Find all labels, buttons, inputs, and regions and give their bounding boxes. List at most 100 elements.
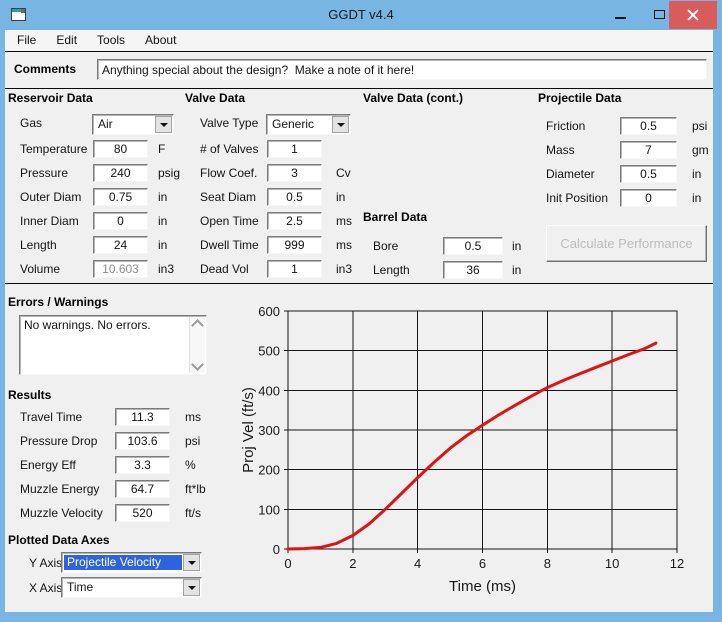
menu-file[interactable]: File xyxy=(7,30,46,47)
of-valves-label: # of Valves xyxy=(200,142,259,156)
seat-diam-input[interactable] xyxy=(267,188,322,206)
temperature-label: Temperature xyxy=(20,142,88,156)
menu-edit[interactable]: Edit xyxy=(46,30,87,47)
pressure-drop-unit: psi xyxy=(185,434,201,448)
comments-label: Comments xyxy=(14,62,77,76)
section-title-projectile: Projectile Data xyxy=(538,91,622,105)
menu-bar: File Edit Tools About xyxy=(5,30,713,51)
pressure-drop-field xyxy=(115,432,170,450)
dead-vol-unit: in3 xyxy=(336,262,353,276)
length-unit: in xyxy=(512,263,522,277)
menu-tools[interactable]: Tools xyxy=(87,30,135,47)
errors-textarea[interactable]: No warnings. No errors. xyxy=(19,315,207,375)
chevron-down-icon xyxy=(159,122,168,127)
minimize-button[interactable] xyxy=(604,0,636,29)
plotted-axes-title: Plotted Data Axes xyxy=(8,533,110,547)
gas-selected-value: Air xyxy=(98,117,113,131)
x-tick-label: 10 xyxy=(605,556,619,571)
results-title: Results xyxy=(8,388,52,402)
x-tick-label: 8 xyxy=(544,556,551,571)
x-axis-dropdown[interactable]: Time xyxy=(61,577,202,598)
close-button[interactable] xyxy=(669,1,717,29)
dropdown-button[interactable] xyxy=(183,554,200,571)
travel-time-unit: ms xyxy=(185,410,201,424)
dwell-time-input[interactable] xyxy=(267,236,322,254)
length-label: Length xyxy=(20,238,57,252)
x-axis-label: X Axis xyxy=(29,581,63,595)
length-input[interactable] xyxy=(93,236,148,254)
temperature-input[interactable] xyxy=(93,140,148,158)
flow-coef-label: Flow Coef. xyxy=(200,166,258,180)
title-bar[interactable]: GGDT v4.4 xyxy=(0,0,722,30)
gas-dropdown[interactable]: Air xyxy=(92,114,174,135)
open-time-label: Open Time xyxy=(200,214,259,228)
chevron-down-icon xyxy=(187,585,196,590)
errors-text: No warnings. No errors. xyxy=(24,318,151,332)
y-axis-title: Proj Vel (ft/s) xyxy=(240,387,257,473)
dropdown-button[interactable] xyxy=(183,579,200,596)
x-axis-selected-value: Time xyxy=(67,580,94,594)
chevron-up-icon[interactable] xyxy=(191,319,204,332)
x-tick-label: 4 xyxy=(414,556,421,571)
divider xyxy=(5,283,713,284)
length-input[interactable] xyxy=(443,261,503,279)
muzzle-velocity-unit: ft/s xyxy=(185,506,202,520)
inner-diam-label: Inner Diam xyxy=(20,214,79,228)
x-tick-label: 0 xyxy=(284,556,291,571)
open-time-unit: ms xyxy=(336,214,352,228)
muzzle-velocity-field xyxy=(115,504,170,522)
dead-vol-input[interactable] xyxy=(267,260,322,278)
diameter-label: Diameter xyxy=(546,167,595,181)
dwell-time-unit: ms xyxy=(336,238,352,252)
section-title-valve: Valve Data xyxy=(185,91,246,105)
volume-label: Volume xyxy=(20,262,61,276)
close-x-icon xyxy=(686,8,700,22)
valve-type-selected-value: Generic xyxy=(272,117,315,131)
init-position-input[interactable] xyxy=(620,189,677,207)
inner-diam-input[interactable] xyxy=(93,212,148,230)
dropdown-button[interactable] xyxy=(155,116,172,133)
dropdown-button[interactable] xyxy=(332,116,349,133)
divider xyxy=(5,88,713,89)
valve-type-dropdown[interactable]: Generic xyxy=(266,114,351,135)
chevron-down-icon xyxy=(187,560,196,565)
y-axis-dropdown[interactable]: Projectile Velocity xyxy=(61,552,202,573)
energy-eff-unit: % xyxy=(185,458,196,472)
diameter-unit: in xyxy=(692,167,702,181)
dead-vol-label: Dead Vol xyxy=(200,262,249,276)
seat-diam-unit: in xyxy=(336,190,346,204)
open-time-input[interactable] xyxy=(267,212,322,230)
calculate-performance-button[interactable]: Calculate Performance xyxy=(546,225,707,262)
mass-unit: gm xyxy=(692,143,709,157)
bore-input[interactable] xyxy=(443,237,503,255)
y-tick-label: 200 xyxy=(258,463,280,478)
y-tick-label: 600 xyxy=(258,304,280,319)
flow-coef-input[interactable] xyxy=(267,164,322,182)
errors-scrollbar[interactable] xyxy=(189,317,205,373)
divider xyxy=(5,51,713,52)
diameter-input[interactable] xyxy=(620,165,677,183)
muzzle-energy-label: Muzzle Energy xyxy=(20,482,100,496)
chevron-down-icon[interactable] xyxy=(191,358,204,371)
x-tick-label: 6 xyxy=(479,556,486,571)
x-axis-title: Time (ms) xyxy=(449,578,516,595)
y-tick-label: 400 xyxy=(258,383,280,398)
seat-diam-label: Seat Diam xyxy=(200,190,257,204)
of-valves-input[interactable] xyxy=(267,140,322,158)
mass-input[interactable] xyxy=(620,141,677,159)
y-axis-selected-value: Projectile Velocity xyxy=(64,555,182,570)
friction-input[interactable] xyxy=(620,117,677,135)
pressure-input[interactable] xyxy=(93,164,148,182)
y-tick-label: 100 xyxy=(258,502,280,517)
flow-coef-unit: Cv xyxy=(336,166,351,180)
friction-unit: psi xyxy=(692,119,708,133)
gas-label: Gas xyxy=(20,116,43,130)
dwell-time-label: Dwell Time xyxy=(200,238,259,252)
length-label: Length xyxy=(373,263,410,277)
volume-unit: in3 xyxy=(158,262,175,276)
valve-type-label: Valve Type xyxy=(200,116,259,130)
menu-about[interactable]: About xyxy=(135,30,186,47)
bore-unit: in xyxy=(512,239,522,253)
comments-input[interactable] xyxy=(97,59,707,80)
outer-diam-input[interactable] xyxy=(93,188,148,206)
